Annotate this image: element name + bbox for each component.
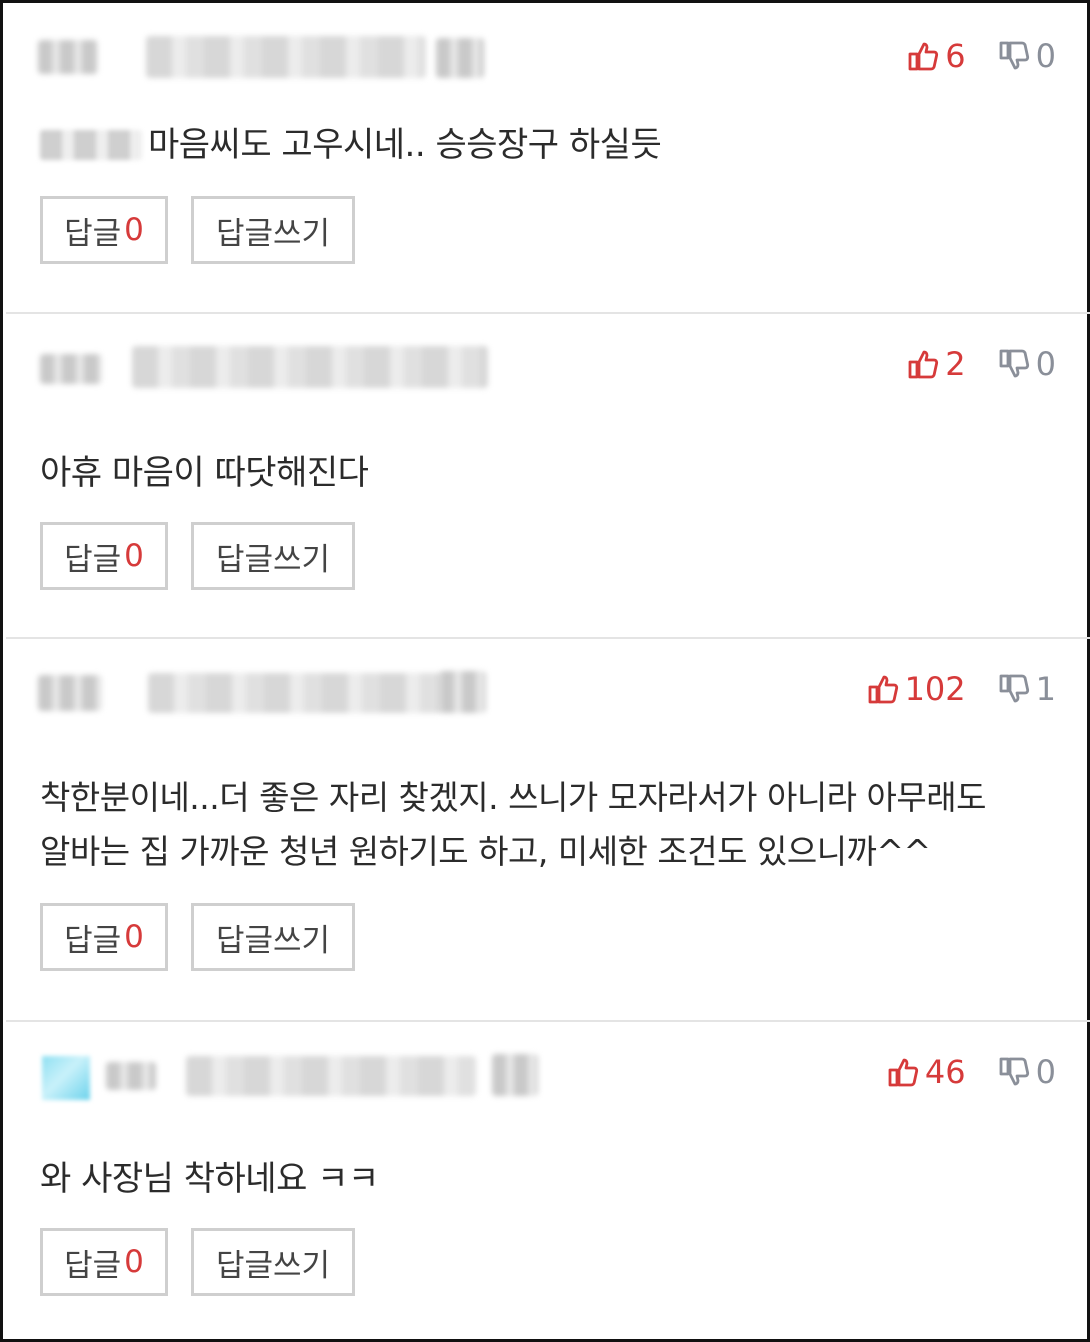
dislike-count: 1 — [1035, 670, 1056, 708]
author-name-blur — [38, 675, 102, 711]
write-reply-button[interactable]: 답글쓰기 — [191, 522, 355, 590]
thumbs-up-icon — [907, 40, 939, 72]
comment-actions: 답글 0 답글쓰기 — [40, 903, 355, 971]
reply-count-button[interactable]: 답글 0 — [40, 903, 168, 971]
author-info-redacted — [36, 34, 556, 82]
like-button[interactable]: 6 — [907, 37, 966, 75]
dislike-count: 0 — [1035, 1053, 1056, 1091]
comment-item: 2 0 아휴 마음이 따닷해진다 답글 0 답글쓰기 — [6, 314, 1090, 639]
like-button[interactable]: 46 — [887, 1053, 966, 1091]
reply-label: 답글 — [64, 1247, 122, 1284]
like-count: 46 — [924, 1053, 966, 1091]
avatar — [42, 1056, 90, 1100]
like-button[interactable]: 2 — [907, 345, 966, 383]
like-count: 102 — [904, 670, 966, 708]
author-info-redacted — [36, 1050, 556, 1100]
like-count: 6 — [945, 37, 966, 75]
reply-label: 답글 — [64, 922, 122, 959]
comment-body-line: 착한분이네...더 좋은 자리 찾겠지. 쓰니가 모자라서가 아니라 아무래도 — [40, 778, 986, 817]
reply-count: 0 — [124, 538, 144, 574]
vote-group: 102 1 — [867, 667, 1056, 711]
comment-body-line: 알바는 집 가까운 청년 원하기도 하고, 미세한 조건도 있으니까^^ — [40, 832, 931, 871]
vote-group: 6 0 — [907, 34, 1056, 78]
reply-count: 0 — [124, 212, 144, 248]
write-reply-button[interactable]: 답글쓰기 — [191, 1228, 355, 1296]
author-meta-blur — [146, 36, 426, 78]
comment-body: 마음씨도 고우시네.. 승승장구 하실듯 — [148, 125, 662, 165]
dislike-button[interactable]: 0 — [998, 1053, 1056, 1091]
dislike-button[interactable]: 0 — [998, 345, 1056, 383]
comment-text: 마음씨도 고우시네.. 승승장구 하실듯 — [40, 118, 1060, 172]
thumbs-down-icon — [998, 1056, 1030, 1088]
author-meta-blur — [148, 673, 442, 713]
reply-count-button[interactable]: 답글 0 — [40, 522, 168, 590]
author-meta-blur — [492, 1054, 538, 1096]
dislike-button[interactable]: 1 — [998, 670, 1056, 708]
reply-count: 0 — [124, 1244, 144, 1280]
reply-label: 답글 — [64, 541, 122, 578]
thumbs-down-icon — [998, 40, 1030, 72]
comment-list: 6 0 마음씨도 고우시네.. 승승장구 하실듯 답글 0 답글쓰기 2 0 아… — [0, 0, 1090, 1342]
thumbs-down-icon — [998, 673, 1030, 705]
thumbs-up-icon — [907, 348, 939, 380]
author-name-blur — [40, 354, 102, 384]
comment-actions: 답글 0 답글쓰기 — [40, 522, 355, 590]
reply-count: 0 — [124, 919, 144, 955]
thumbs-up-icon — [887, 1056, 919, 1088]
like-button[interactable]: 102 — [867, 670, 966, 708]
comment-text: 착한분이네...더 좋은 자리 찾겠지. 쓰니가 모자라서가 아니라 아무래도 … — [40, 771, 1060, 879]
comment-item: 6 0 마음씨도 고우시네.. 승승장구 하실듯 답글 0 답글쓰기 — [6, 6, 1090, 314]
dislike-count: 0 — [1035, 37, 1056, 75]
author-name-blur — [38, 40, 98, 74]
author-meta-blur — [132, 346, 488, 388]
author-meta-blur — [436, 38, 484, 78]
comment-text: 와 사장님 착하네요 ㅋㅋ — [40, 1152, 1060, 1206]
comment-item: 102 1 착한분이네...더 좋은 자리 찾겠지. 쓰니가 모자라서가 아니라… — [6, 639, 1090, 1022]
mention-blur — [40, 130, 142, 160]
comment-actions: 답글 0 답글쓰기 — [40, 196, 355, 264]
comment-body: 와 사장님 착하네요 ㅋㅋ — [40, 1159, 379, 1199]
author-name-blur — [106, 1062, 156, 1090]
author-info-redacted — [36, 342, 556, 390]
author-info-redacted — [36, 667, 556, 715]
dislike-count: 0 — [1035, 345, 1056, 383]
reply-count-button[interactable]: 답글 0 — [40, 1228, 168, 1296]
comment-item: 46 0 와 사장님 착하네요 ㅋㅋ 답글 0 답글쓰기 — [6, 1022, 1090, 1342]
write-reply-button[interactable]: 답글쓰기 — [191, 903, 355, 971]
thumbs-up-icon — [867, 673, 899, 705]
reply-label: 답글 — [64, 215, 122, 252]
author-meta-blur — [186, 1056, 476, 1096]
author-meta-blur — [440, 671, 486, 713]
vote-group: 2 0 — [907, 342, 1056, 386]
dislike-button[interactable]: 0 — [998, 37, 1056, 75]
comment-actions: 답글 0 답글쓰기 — [40, 1228, 355, 1296]
like-count: 2 — [945, 345, 966, 383]
comment-body: 아휴 마음이 따닷해진다 — [40, 453, 369, 493]
comment-text: 아휴 마음이 따닷해진다 — [40, 446, 1060, 500]
thumbs-down-icon — [998, 348, 1030, 380]
vote-group: 46 0 — [887, 1050, 1056, 1094]
write-reply-button[interactable]: 답글쓰기 — [191, 196, 355, 264]
reply-count-button[interactable]: 답글 0 — [40, 196, 168, 264]
